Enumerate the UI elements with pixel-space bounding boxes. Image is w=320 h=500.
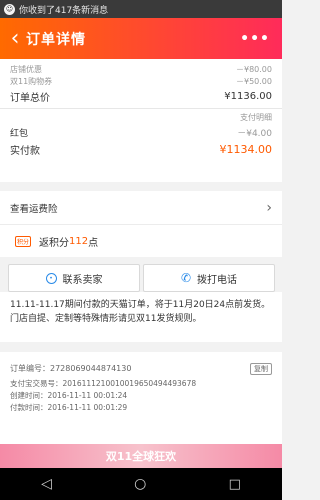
alipay-trade-value: 2016111210010019650494493678 — [62, 379, 197, 388]
freight-insurance-row[interactable]: 查看运费险 › — [0, 191, 282, 224]
order-info-card: 订单编号：2728069044874130 复制 支付宝交易号：20161112… — [0, 352, 282, 444]
order-number-row: 订单编号：2728069044874130 复制 — [10, 360, 272, 378]
recents-nav-icon[interactable]: □ — [229, 477, 241, 492]
created-time-label: 创建时间： — [10, 391, 48, 400]
paid-label: 实付款 — [10, 145, 40, 157]
system-nav-bar: ◁ ○ □ — [0, 468, 282, 500]
cost-card: 店铺优惠 －¥80.00 双11购物券 －¥50.00 订单总价 ¥1136.0… — [0, 59, 282, 182]
back-nav-icon[interactable]: ◁ — [41, 476, 52, 492]
promo-banner[interactable]: 双11全球狂欢 — [0, 444, 282, 468]
status-bar: ☺ 你收到了417条新消息 — [0, 0, 282, 18]
contact-seller-button[interactable]: • 联系卖家 — [8, 264, 140, 292]
cost-row-label: 双11购物券 — [10, 76, 53, 86]
paid-value: ¥1134.00 — [219, 142, 273, 156]
cost-row-shop-discount: 店铺优惠 －¥80.00 — [0, 63, 282, 75]
contact-seller-label: 联系卖家 — [62, 274, 103, 286]
order-total-value: ¥1136.00 — [224, 90, 272, 102]
paid-row: 实付款 ¥1134.00 — [0, 139, 282, 159]
page-title: 订单详情 — [26, 31, 86, 48]
back-icon[interactable]: ‹ — [4, 18, 26, 59]
points-amount: 112 — [69, 236, 89, 247]
alipay-trade-row: 支付宝交易号：2016111210010019650494493678 — [10, 378, 272, 390]
freight-insurance-label: 查看运费险 — [10, 203, 58, 215]
order-total-label: 订单总价 — [10, 92, 50, 104]
points-prefix: 返积分 — [39, 238, 70, 249]
chevron-right-icon: › — [266, 199, 272, 216]
order-number-value: 2728069044874130 — [50, 364, 132, 373]
cost-row-label: 店铺优惠 — [10, 64, 42, 74]
shipping-notice: 11.11-11.17期间付款的天猫订单，将于11月20日24点前发货。门店自提… — [0, 292, 282, 342]
paid-time-value: 2016-11-11 00:01:29 — [47, 403, 128, 412]
notification-avatar-icon: ☺ — [4, 3, 15, 15]
created-time-value: 2016-11-11 00:01:24 — [47, 391, 128, 400]
red-packet-row: 红包 －¥4.00 — [0, 125, 282, 139]
more-icon[interactable]: ••• — [240, 18, 270, 59]
paid-time-row: 付款时间：2016-11-11 00:01:29 — [10, 402, 272, 414]
cost-row-coupon: 双11购物券 －¥50.00 — [0, 75, 282, 87]
phone-icon: ✆ — [180, 271, 192, 285]
payment-detail-row: 支付明细 — [0, 109, 282, 125]
points-icon: 积分 — [15, 236, 32, 247]
paid-time-label: 付款时间： — [10, 403, 48, 412]
order-total-row: 订单总价 ¥1136.00 — [0, 87, 282, 105]
notification-text: 你收到了417条新消息 — [19, 5, 109, 16]
order-number-label: 订单编号： — [10, 364, 50, 373]
chat-icon: • — [45, 272, 57, 284]
points-row: 积分 返积分 112 点 — [0, 224, 282, 257]
call-button[interactable]: ✆ 拨打电话 — [143, 264, 275, 292]
cost-row-value: －¥50.00 — [236, 76, 272, 86]
shipping-notice-text: 11.11-11.17期间付款的天猫订单，将于11月20日24点前发货。门店自提… — [10, 300, 271, 324]
created-time-row: 创建时间：2016-11-11 00:01:24 — [10, 390, 272, 402]
red-packet-value: －¥4.00 — [237, 128, 272, 139]
header-bar: ‹ 订单详情 ••• — [0, 18, 282, 59]
copy-button[interactable]: 复制 — [250, 363, 272, 375]
call-label: 拨打电话 — [197, 274, 238, 286]
points-suffix: 点 — [88, 238, 99, 249]
payment-detail-label: 支付明细 — [240, 112, 272, 122]
alipay-trade-label: 支付宝交易号： — [10, 379, 63, 388]
red-packet-label: 红包 — [10, 128, 29, 139]
promo-banner-text: 双11全球狂欢 — [105, 450, 177, 463]
home-nav-icon[interactable]: ○ — [134, 476, 146, 492]
cost-row-value: －¥80.00 — [236, 64, 272, 74]
